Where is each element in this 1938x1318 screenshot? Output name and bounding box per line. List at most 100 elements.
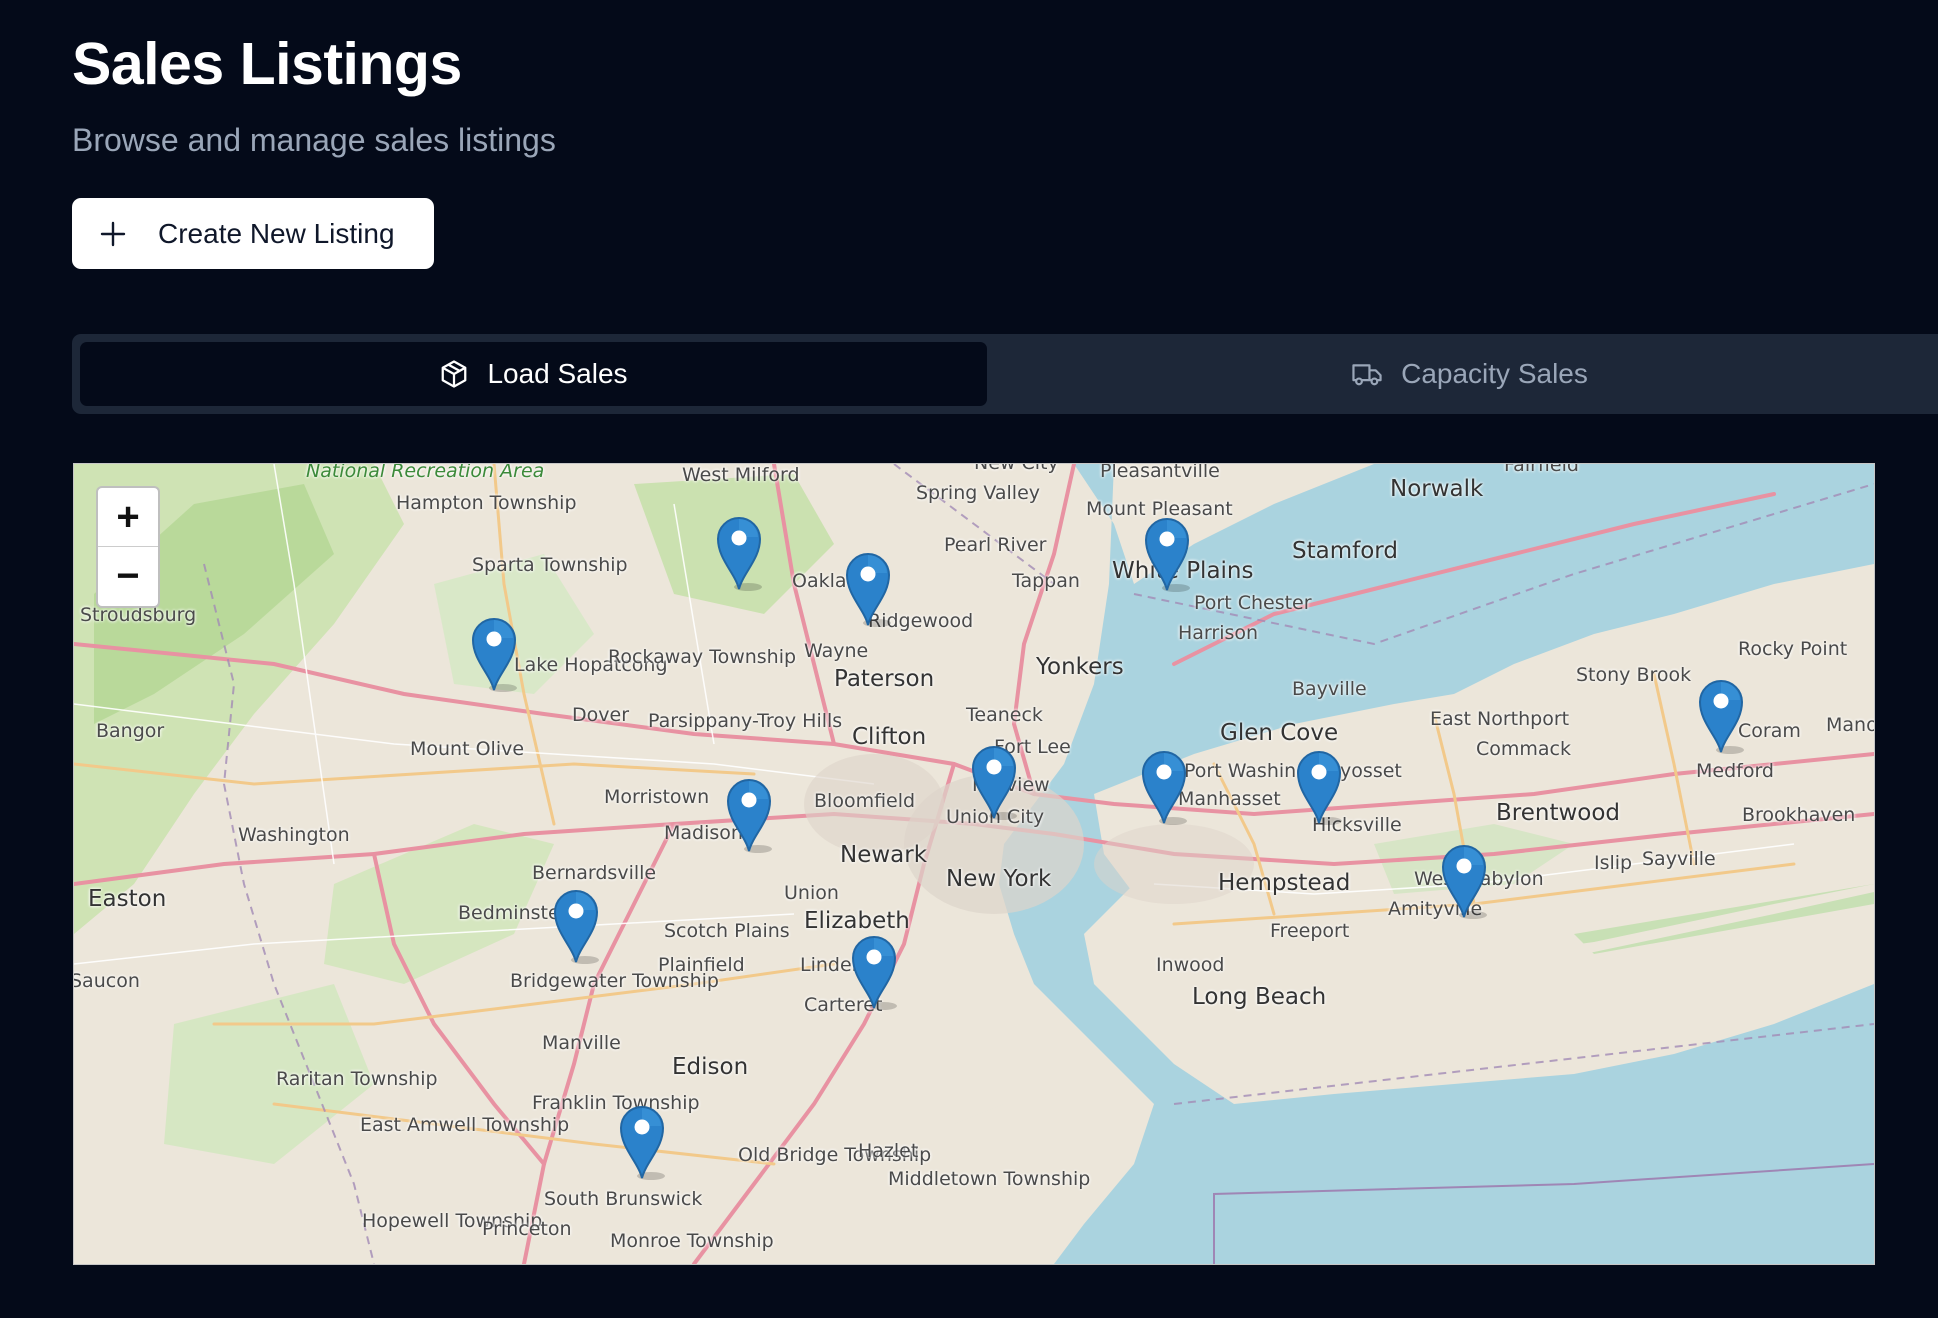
- map-label: Manhasset: [1178, 788, 1281, 810]
- map-label: Morristown: [604, 786, 710, 808]
- map-marker[interactable]: [1294, 747, 1344, 825]
- tab-capacity-sales-label: Capacity Sales: [1401, 358, 1588, 389]
- plus-icon: [94, 221, 132, 247]
- map-label: Pleasantville: [1100, 463, 1220, 482]
- truck-icon: [1351, 359, 1383, 389]
- map-label: Easton: [88, 886, 167, 912]
- map-marker[interactable]: [1142, 514, 1192, 592]
- map-label: Pearl River: [944, 534, 1047, 556]
- map-label: Manville: [542, 1032, 621, 1054]
- map-label: Medford: [1696, 760, 1774, 782]
- map-label: Tappan: [1012, 570, 1080, 592]
- map-label: Teaneck: [966, 704, 1043, 726]
- map-label: Dover: [572, 704, 629, 726]
- map-label: Stony Brook: [1576, 664, 1692, 686]
- map-marker[interactable]: [714, 513, 764, 591]
- map-marker[interactable]: [1439, 841, 1489, 919]
- map-label: Princeton: [482, 1218, 572, 1240]
- map-pin-icon: [716, 517, 762, 591]
- tab-capacity-sales[interactable]: Capacity Sales: [987, 342, 1938, 406]
- zoom-out-button[interactable]: −: [98, 547, 158, 605]
- map-label: East Amwell Township: [360, 1114, 570, 1136]
- map-label: Fairfield: [1504, 463, 1579, 476]
- map-label: Union: [784, 882, 839, 904]
- map-label: Long Beach: [1192, 984, 1327, 1010]
- map-label: Middletown Township: [888, 1168, 1091, 1190]
- map-label: Manorville: [1826, 714, 1874, 736]
- map-pin-icon: [1141, 751, 1187, 825]
- map-label: South Brunswick: [544, 1188, 703, 1210]
- map-label: Sparta Township: [472, 554, 628, 576]
- map-label: Franklin Township: [532, 1092, 700, 1114]
- tab-load-sales[interactable]: Load Sales: [80, 342, 987, 406]
- map-label: Yonkers: [1036, 654, 1124, 680]
- map-label: Hazlet: [858, 1140, 919, 1162]
- map-pin-icon: [1144, 518, 1190, 592]
- map-label: Newark: [840, 842, 928, 868]
- map-marker[interactable]: [1139, 747, 1189, 825]
- map-marker[interactable]: [849, 932, 899, 1010]
- map-pin-icon: [845, 553, 891, 627]
- map-pin-icon: [851, 936, 897, 1010]
- map-label: East Northport: [1430, 708, 1570, 730]
- zoom-in-button[interactable]: +: [98, 488, 158, 547]
- map-pin-icon: [726, 779, 772, 853]
- map-marker[interactable]: [1696, 676, 1746, 754]
- map-label: Bridgewater Township: [510, 970, 719, 992]
- map-label: Parsippany-Troy Hills: [648, 710, 843, 732]
- map-label: Raritan Township: [276, 1068, 438, 1090]
- map-label: Norwalk: [1390, 476, 1484, 502]
- map-label: Bangor: [96, 720, 165, 742]
- map-label: Bernardsville: [532, 862, 657, 884]
- map-pin-icon: [619, 1106, 665, 1180]
- map-pin-icon: [971, 746, 1017, 820]
- map-label: Bloomfield: [814, 790, 916, 812]
- map-label: Brookhaven: [1742, 804, 1856, 826]
- map-label: Paterson: [834, 666, 935, 692]
- map-label: Edison: [672, 1054, 749, 1080]
- map-marker[interactable]: [551, 886, 601, 964]
- map-label: Commack: [1476, 738, 1571, 760]
- sales-map[interactable]: National Recreation Area Hampton Townshi…: [73, 463, 1875, 1265]
- map-label: Clifton: [852, 724, 927, 750]
- map-label: Inwood: [1156, 954, 1225, 976]
- map-pin-icon: [471, 618, 517, 692]
- map-label: Rocky Point: [1738, 638, 1848, 660]
- map-label: National Recreation Area: [306, 463, 545, 482]
- map-marker[interactable]: [724, 775, 774, 853]
- create-listing-button[interactable]: Create New Listing: [72, 198, 434, 269]
- map-label: Hempstead: [1218, 870, 1351, 896]
- page-subtitle: Browse and manage sales listings: [72, 122, 556, 158]
- map-marker[interactable]: [617, 1102, 667, 1180]
- map-label: New City: [974, 463, 1059, 474]
- map-label: Monroe Township: [610, 1230, 774, 1252]
- map-label: Islip: [1594, 852, 1633, 874]
- map-label: Mount Olive: [410, 738, 525, 760]
- map-label: Elizabeth: [804, 908, 910, 934]
- map-label: New York: [946, 866, 1052, 892]
- map-pin-icon: [553, 890, 599, 964]
- map-label: Bayville: [1292, 678, 1367, 700]
- map-marker[interactable]: [469, 614, 519, 692]
- map-pin-icon: [1698, 680, 1744, 754]
- map-label: Port Chester: [1194, 592, 1312, 614]
- map-marker[interactable]: [969, 742, 1019, 820]
- map-label: Washington: [238, 824, 350, 846]
- package-icon: [439, 359, 469, 389]
- map-pin-icon: [1441, 845, 1487, 919]
- map-label: Saucon: [73, 970, 140, 992]
- map-label: Spring Valley: [916, 482, 1041, 504]
- map-label: West Milford: [682, 464, 800, 486]
- map-label: Stamford: [1292, 538, 1398, 564]
- map-pin-icon: [1296, 751, 1342, 825]
- map-label: Wayne: [804, 640, 869, 662]
- zoom-control: + −: [96, 486, 160, 608]
- create-listing-label: Create New Listing: [158, 217, 395, 249]
- map-label: Sayville: [1642, 848, 1716, 870]
- map-label: Coram: [1738, 720, 1801, 742]
- map-marker[interactable]: [843, 549, 893, 627]
- sales-tabs: Load Sales Capacity Sales: [72, 334, 1938, 414]
- map-label: Brentwood: [1496, 800, 1621, 826]
- map-label: Scotch Plains: [664, 920, 790, 942]
- page-title: Sales Listings: [72, 31, 462, 97]
